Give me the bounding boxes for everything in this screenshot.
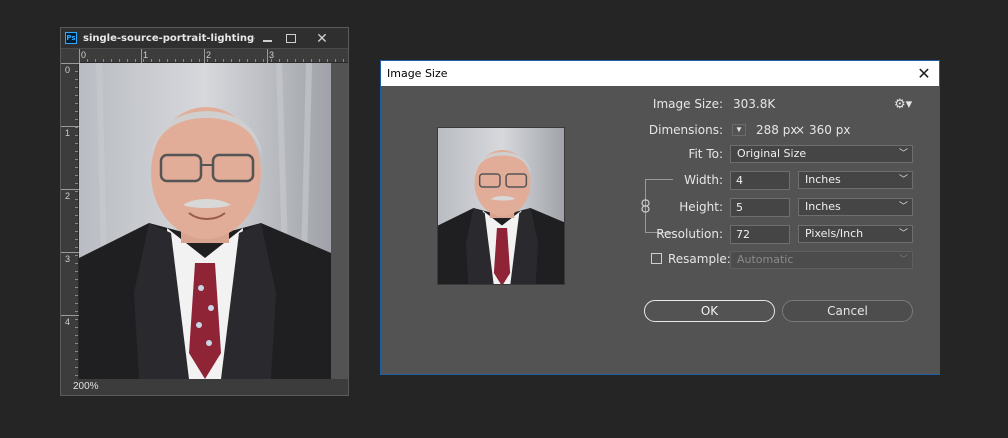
resolution-label: Resolution:: [656, 227, 723, 241]
document-canvas[interactable]: [79, 63, 348, 379]
image-size-dialog[interactable]: Image Size ✕ Image Size: 303.8K ⚙▾ Dimen…: [380, 60, 940, 375]
dimensions-height: 360 px: [809, 123, 851, 137]
chevron-down-icon[interactable]: ▼: [732, 124, 746, 136]
image-preview[interactable]: [437, 127, 565, 285]
dimensions-width: 288 px: [756, 123, 798, 137]
resample-select[interactable]: Automatic ﹀: [730, 251, 913, 269]
close-icon[interactable]: ✕: [303, 28, 341, 48]
chevron-down-icon: ﹀: [898, 149, 908, 159]
portrait-image: [79, 63, 331, 379]
dialog-title: Image Size: [387, 67, 448, 80]
zoom-level[interactable]: 200%: [61, 379, 348, 395]
dimensions-label: Dimensions:: [648, 123, 723, 137]
cancel-button[interactable]: Cancel: [782, 300, 913, 322]
chevron-down-icon: ﹀: [898, 255, 908, 265]
ruler-tick: 1: [65, 128, 71, 138]
height-unit-value: Inches: [805, 200, 841, 213]
document-title: single-source-portrait-lighting-ma...: [83, 32, 255, 44]
resolution-input[interactable]: 72: [730, 225, 790, 244]
width-input[interactable]: 4: [730, 171, 790, 190]
horizontal-ruler[interactable]: 0 1 2 3: [79, 49, 348, 63]
chevron-down-icon: ﹀: [898, 175, 908, 185]
chevron-down-icon: ﹀: [898, 202, 908, 212]
ruler-tick: 0: [65, 65, 71, 75]
chevron-down-icon: ﹀: [898, 229, 908, 239]
fit-to-value: Original Size: [737, 147, 807, 160]
ruler-corner: [61, 49, 79, 63]
photoshop-icon: Ps: [65, 32, 77, 44]
ruler-tick: 1: [143, 50, 149, 60]
image-size-value: 303.8K: [733, 97, 776, 111]
ruler-tick: 2: [206, 50, 212, 60]
fit-to-label: Fit To:: [688, 147, 723, 161]
width-label: Width:: [684, 173, 723, 187]
dimensions-times: ×: [795, 123, 806, 137]
document-window[interactable]: Ps single-source-portrait-lighting-ma...…: [60, 27, 349, 396]
minimize-icon[interactable]: [255, 28, 279, 48]
resample-label: Resample:: [668, 252, 731, 266]
close-icon[interactable]: ✕: [909, 64, 939, 83]
ruler-tick: 3: [269, 50, 275, 60]
vertical-ruler[interactable]: 0 1 2 3 4: [61, 63, 79, 379]
ruler-tick: 3: [65, 254, 71, 264]
ruler-tick: 0: [81, 50, 87, 60]
resample-value: Automatic: [737, 253, 794, 266]
resample-checkbox[interactable]: [651, 253, 662, 264]
fit-to-select[interactable]: Original Size ﹀: [730, 145, 913, 163]
height-unit-select[interactable]: Inches ﹀: [798, 198, 913, 216]
document-titlebar[interactable]: Ps single-source-portrait-lighting-ma...…: [61, 28, 348, 48]
ruler-tick: 2: [65, 191, 71, 201]
height-input[interactable]: 5: [730, 198, 790, 217]
height-label: Height:: [679, 200, 723, 214]
width-unit-value: Inches: [805, 173, 841, 186]
image-size-label: Image Size:: [652, 97, 723, 111]
dialog-titlebar[interactable]: Image Size ✕: [381, 61, 939, 86]
resolution-unit-select[interactable]: Pixels/Inch ﹀: [798, 225, 913, 243]
gear-icon[interactable]: ⚙▾: [894, 96, 912, 112]
width-unit-select[interactable]: Inches ﹀: [798, 171, 913, 189]
resolution-unit-value: Pixels/Inch: [805, 227, 864, 240]
ruler-tick: 4: [65, 317, 71, 327]
maximize-icon[interactable]: [279, 28, 303, 48]
ok-button[interactable]: OK: [644, 300, 775, 322]
